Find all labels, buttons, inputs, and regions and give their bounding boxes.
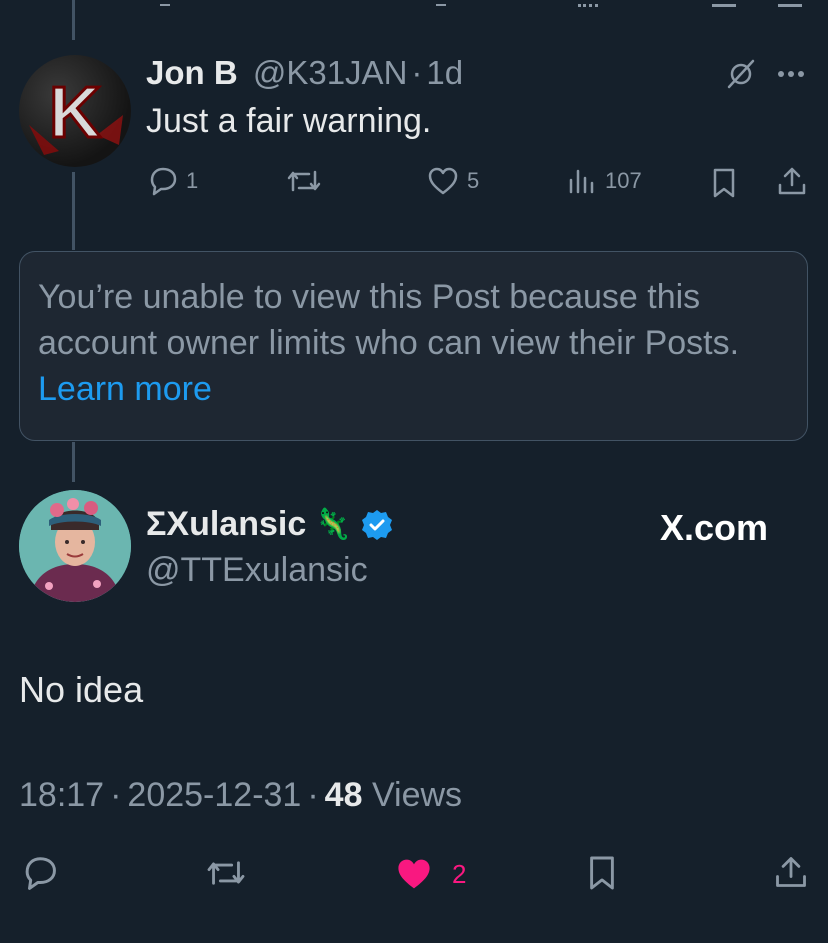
verified-badge-icon[interactable] [360, 508, 394, 542]
learn-more-link[interactable]: Learn more [38, 370, 212, 408]
author-name[interactable]: Jon B [146, 54, 238, 91]
previous-share-icon [778, 0, 802, 7]
bookmark-icon[interactable] [587, 854, 617, 892]
previous-like-icon [436, 0, 446, 6]
reply-button[interactable]: 1 [146, 166, 198, 196]
avatar-portrait [19, 490, 131, 602]
reply-text: Just a fair warning. [146, 102, 432, 140]
like-button[interactable]: 5 [427, 166, 479, 196]
post-date[interactable]: 2025-12-31 [127, 776, 301, 814]
notice-text: You’re unable to view this Post because … [38, 274, 798, 412]
views-count[interactable]: 48 [325, 776, 363, 814]
previous-bookmark-icon [712, 0, 736, 7]
notice-message: You’re unable to view this Post because … [38, 278, 740, 362]
reply-header: Jon B @K31JAN · 1d [146, 54, 463, 92]
like-count: 5 [467, 168, 480, 193]
post-time[interactable]: 1d [426, 54, 463, 91]
repost-icon [285, 166, 323, 196]
avatar[interactable]: K [19, 55, 131, 167]
unavailable-post-notice: You’re unable to view this Post because … [19, 251, 808, 441]
reply-count: 1 [186, 168, 199, 193]
previous-reply-icon [160, 0, 170, 6]
reply-icon [146, 166, 178, 196]
author-name[interactable]: ΣXulansic [146, 505, 306, 544]
avatar-letter: K [49, 73, 101, 153]
meta-separator: · [110, 776, 122, 814]
like-icon-filled [394, 856, 434, 892]
repost-icon[interactable] [204, 856, 248, 890]
views-button[interactable]: 107 [567, 166, 642, 196]
thread-line-top [72, 0, 75, 40]
views-label: Views [371, 776, 463, 814]
repost-button[interactable] [285, 166, 331, 196]
views-icon [567, 166, 597, 196]
time-separator: · [411, 54, 423, 91]
post-time[interactable]: 18:17 [19, 776, 104, 814]
share-icon[interactable] [773, 853, 809, 891]
share-icon[interactable] [776, 165, 808, 197]
like-count: 2 [452, 858, 467, 889]
avatar-k-logo: K [29, 72, 123, 155]
reply-icon[interactable] [20, 855, 58, 891]
previous-views-icon [578, 0, 598, 7]
thread-line-middle [72, 172, 75, 250]
more-icon[interactable] [776, 70, 808, 78]
grok-icon[interactable] [725, 59, 757, 89]
like-icon [427, 166, 459, 196]
views-count: 107 [605, 168, 642, 193]
author-handle[interactable]: @TTExulansic [146, 551, 368, 590]
previous-post-actions-cropped [0, 0, 828, 7]
avatar[interactable] [19, 490, 131, 602]
author-handle[interactable]: @K31JAN [253, 54, 408, 91]
x-com-watermark: X.com [660, 507, 769, 548]
like-button[interactable]: 2 [394, 856, 466, 892]
main-post-header: ΣXulansic 🦎 [146, 505, 394, 544]
meta-separator: · [307, 776, 319, 814]
author-emoji: 🦎 [314, 508, 352, 541]
thread-line-bottom [72, 442, 75, 482]
bookmark-icon[interactable] [711, 167, 737, 199]
main-post-text: No idea [19, 669, 144, 710]
post-metadata: 18:17 · 2025-12-31 · 48 Views [19, 776, 462, 815]
